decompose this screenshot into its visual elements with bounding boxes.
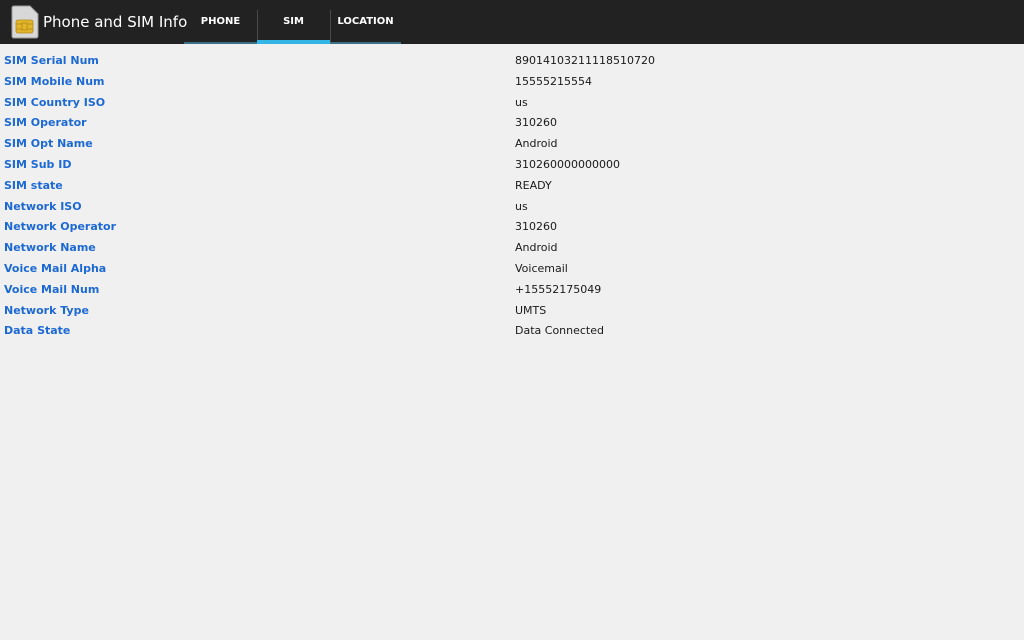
row-value: READY: [515, 178, 552, 192]
tab-location-label: LOCATION: [337, 16, 394, 27]
list-item: Network Type UMTS: [0, 301, 1024, 322]
list-item: Network Name Android: [0, 238, 1024, 259]
row-value: Android: [515, 137, 558, 151]
row-label: SIM Country ISO: [4, 95, 106, 109]
row-label: Network Type: [4, 303, 89, 317]
row-label: SIM Sub ID: [4, 157, 72, 171]
list-item: Network ISO us: [0, 197, 1024, 218]
row-value: 310260: [515, 116, 557, 130]
list-item: Data State Data Connected: [0, 321, 1024, 342]
row-value: Android: [515, 241, 558, 255]
row-value: us: [515, 199, 528, 213]
tab-sim-label: SIM: [283, 16, 304, 27]
row-value: UMTS: [515, 303, 547, 317]
row-value: Data Connected: [515, 324, 604, 338]
list-item: Voice Mail Alpha Voicemail: [0, 259, 1024, 280]
row-label: Data State: [4, 324, 71, 338]
list-item: SIM Operator 310260: [0, 113, 1024, 134]
row-label: SIM Serial Num: [4, 54, 99, 67]
sim-info-list: SIM Serial Num 89014103211118510720 SIM …: [0, 51, 1024, 342]
list-item: SIM Country ISO us: [0, 93, 1024, 114]
list-item: SIM Opt Name Android: [0, 134, 1024, 155]
list-item: Voice Mail Num +15552175049: [0, 280, 1024, 301]
list-item: SIM Sub ID 310260000000000: [0, 155, 1024, 176]
row-value: 310260: [515, 220, 557, 234]
app-title: Phone and SIM Info: [43, 13, 188, 31]
row-label: Network Operator: [4, 220, 116, 234]
row-label: SIM Operator: [4, 116, 87, 130]
row-label: SIM Opt Name: [4, 137, 93, 151]
list-item: Network Operator 310260: [0, 217, 1024, 238]
list-item: SIM state READY: [0, 176, 1024, 197]
row-label: Voice Mail Alpha: [4, 261, 107, 275]
row-value: 15555215554: [515, 74, 592, 88]
row-value: 89014103211118510720: [515, 54, 655, 67]
row-value: 310260000000000: [515, 157, 620, 171]
list-item: SIM Mobile Num 15555215554: [0, 72, 1024, 93]
row-label: Network ISO: [4, 199, 82, 213]
row-label: SIM state: [4, 178, 63, 192]
sim-card-icon[interactable]: [11, 5, 39, 39]
list-item: SIM Serial Num 89014103211118510720: [0, 51, 1024, 72]
tab-phone[interactable]: PHONE: [184, 0, 258, 44]
row-value: Voicemail: [515, 261, 568, 275]
tab-bar: PHONE SIM LOCATION: [184, 0, 401, 44]
row-label: Voice Mail Num: [4, 282, 100, 296]
action-bar: Phone and SIM Info PHONE SIM LOCATION: [0, 0, 1024, 44]
tab-phone-label: PHONE: [200, 16, 241, 27]
tab-location[interactable]: LOCATION: [330, 0, 401, 44]
tab-sim[interactable]: SIM: [257, 0, 331, 44]
row-label: SIM Mobile Num: [4, 74, 105, 88]
row-value: +15552175049: [515, 282, 602, 296]
row-label: Network Name: [4, 241, 96, 255]
row-value: us: [515, 95, 528, 109]
